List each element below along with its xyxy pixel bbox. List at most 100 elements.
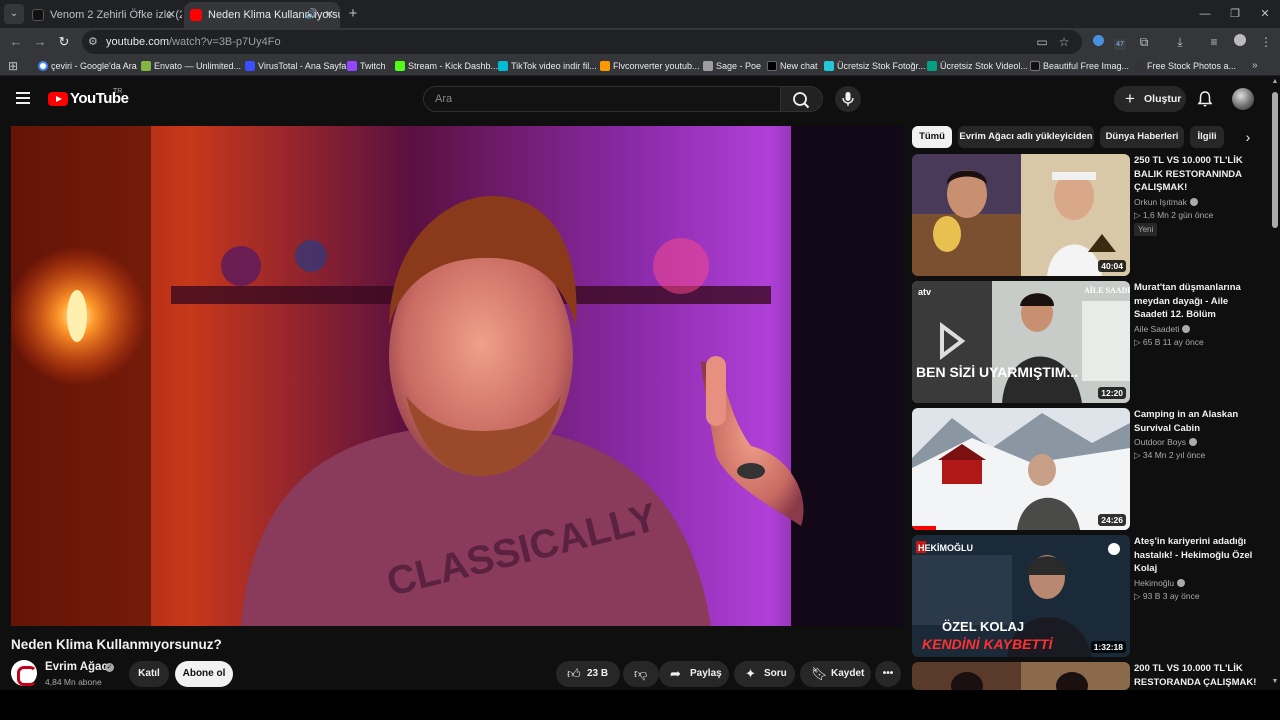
- chatgpt-icon: [767, 61, 777, 71]
- recommendation-channel[interactable]: Hekimoğlu: [1134, 578, 1186, 588]
- youtube-header: YouTube TR Ara + Oluştur: [0, 76, 1270, 122]
- puzzle-icon[interactable]: ⧉: [1134, 32, 1154, 52]
- chevron-right-icon[interactable]: »: [1252, 56, 1258, 76]
- media-control-icon[interactable]: ≡: [1204, 32, 1224, 52]
- kebab-menu-icon[interactable]: ⋮: [1256, 32, 1276, 52]
- subscribe-button[interactable]: Abone ol: [175, 661, 233, 687]
- poe-icon: [703, 61, 713, 71]
- bookmark-item[interactable]: Ücretsiz Stok Videol...: [927, 56, 1028, 76]
- bookmark-item[interactable]: New chat: [767, 56, 818, 76]
- extension-icon[interactable]: [1088, 32, 1108, 52]
- recommendation-item[interactable]: 24:26 Camping in an Alaskan Survival Cab…: [912, 408, 1264, 530]
- recommendation-title[interactable]: Murat'tan düşmanlarına meydan dayağı - A…: [1134, 281, 1260, 322]
- bookmark-item[interactable]: Stream - Kick Dashb...: [395, 56, 498, 76]
- verified-check-icon: [1189, 198, 1198, 206]
- apps-grid-icon[interactable]: ⊞: [8, 60, 20, 72]
- profile-icon[interactable]: [1230, 32, 1250, 52]
- recommendation-item[interactable]: HEKİMOĞLU ÖZEL KOLAJ KENDİNİ KAYBETTİ 1:…: [912, 535, 1264, 657]
- recommendation-channel[interactable]: Orkun Işıtmak: [1134, 197, 1198, 207]
- video-thumbnail[interactable]: HEKİMOĞLU ÖZEL KOLAJ KENDİNİ KAYBETTİ 1:…: [912, 535, 1130, 657]
- flvconverter-icon: [600, 61, 610, 71]
- bookmark-item[interactable]: Twitch: [347, 56, 386, 76]
- bookmark-item[interactable]: çeviri - Google'da Ara: [38, 56, 137, 76]
- close-icon[interactable]: ✕: [167, 2, 176, 28]
- address-bar[interactable]: ⚙ youtube.com/watch?v=3B-p7Uy4Fo ▭ ☆: [82, 30, 1082, 54]
- video-thumbnail[interactable]: 40:04: [912, 154, 1130, 276]
- close-icon[interactable]: ✕: [325, 2, 334, 28]
- dislike-button[interactable]: 👎︎: [623, 661, 659, 687]
- bottom-black-bar: [0, 690, 1280, 720]
- recommendation-channel[interactable]: Outdoor Boys: [1134, 437, 1197, 447]
- ask-button[interactable]: ✦ Soru: [734, 661, 795, 687]
- video-duration: 24:26: [1098, 514, 1126, 526]
- minimize-button[interactable]: —: [1188, 0, 1222, 28]
- tab-search-button[interactable]: ⌄: [4, 4, 24, 24]
- video-player[interactable]: CLASSICALLY: [11, 126, 903, 626]
- recommendation-item[interactable]: BEN SİZİ UYARMIŞTIM... AİLE SAADETİ atv …: [912, 281, 1264, 403]
- like-button[interactable]: 👍︎ 23 B: [556, 661, 620, 687]
- back-arrow-icon[interactable]: ←: [6, 32, 26, 52]
- plus-icon: +: [1125, 89, 1135, 108]
- extension-badge-icon[interactable]: 47: [1110, 32, 1130, 52]
- bookmark-item[interactable]: Envato — Unlimited...: [141, 56, 241, 76]
- video-thumbnail[interactable]: 24:26: [912, 408, 1130, 530]
- video-thumbnail[interactable]: BEN SİZİ UYARMIŞTIM... AİLE SAADETİ atv …: [912, 281, 1130, 403]
- bookmark-item[interactable]: Ücretsiz Stok Fotoğr...: [824, 56, 926, 76]
- channel-avatar[interactable]: [11, 660, 37, 686]
- restore-button[interactable]: ❐: [1218, 0, 1252, 28]
- new-tab-button[interactable]: +: [344, 5, 362, 23]
- bookmark-item[interactable]: Flvconverter youtub...: [600, 56, 700, 76]
- scroll-up-icon[interactable]: ▲: [1270, 76, 1280, 88]
- recommendation-channel[interactable]: Aile Saadeti: [1134, 324, 1191, 334]
- video-thumbnail[interactable]: [912, 662, 1130, 690]
- notifications-bell-icon[interactable]: [1195, 89, 1215, 109]
- user-avatar[interactable]: [1232, 88, 1254, 110]
- recommendation-title[interactable]: 250 TL VS 10.000 TL'LİK BALIK RESTORANIN…: [1134, 154, 1260, 195]
- search-button[interactable]: [781, 86, 823, 112]
- bookmark-star-icon[interactable]: ☆: [1054, 32, 1074, 52]
- verified-check-icon: ✓: [105, 663, 114, 672]
- site-info-icon[interactable]: ⚙: [88, 35, 98, 48]
- bookmark-item[interactable]: Sage - Poe: [703, 56, 761, 76]
- related-filter-chips: Tümü Evrim Ağacı adlı yükleyiciden Dünya…: [912, 126, 1262, 148]
- browser-toolbar: ← → ↻ ⚙ youtube.com/watch?v=3B-p7Uy4Fo ▭…: [0, 28, 1280, 56]
- recommendation-title[interactable]: Camping in an Alaskan Survival Cabin: [1134, 408, 1260, 435]
- speaker-icon[interactable]: 🔊: [306, 2, 318, 28]
- bookmark-item[interactable]: TikTok video indir fil...: [498, 56, 597, 76]
- forward-arrow-icon[interactable]: →: [30, 32, 50, 52]
- bookmark-item[interactable]: Free Stock Photos a...: [1134, 56, 1236, 76]
- recommendation-item[interactable]: 200 TL VS 10.000 TL'LİK RESTORANDA ÇALIŞ…: [912, 662, 1264, 690]
- bookmark-item[interactable]: VirusTotal - Ana Sayfa: [245, 56, 346, 76]
- scroll-down-icon[interactable]: ▼: [1270, 676, 1280, 688]
- recommendation-item[interactable]: 40:04 250 TL VS 10.000 TL'LİK BALIK REST…: [912, 154, 1264, 276]
- chevron-right-icon[interactable]: ›: [1238, 126, 1258, 148]
- chip-from-uploader[interactable]: Evrim Ağacı adlı yükleyiciden: [958, 126, 1094, 148]
- bookmark-item[interactable]: Beautiful Free Imag...: [1030, 56, 1129, 76]
- create-button[interactable]: + Oluştur: [1114, 86, 1186, 112]
- chip-world-news[interactable]: Dünya Haberleri: [1100, 126, 1184, 148]
- browser-tab-active[interactable]: Neden Klima Kullanmıyorsu 🔊 ✕: [184, 2, 340, 28]
- kick-icon: [395, 61, 405, 71]
- search-input[interactable]: Ara: [423, 86, 781, 112]
- channel-name[interactable]: Evrim Ağacı: [45, 661, 111, 673]
- download-icon[interactable]: ⤓: [1170, 32, 1190, 52]
- browser-tab[interactable]: Venom 2 Zehirli Öfke izle (2 ✕: [26, 2, 182, 28]
- cast-icon[interactable]: ▭: [1032, 32, 1052, 52]
- chip-all[interactable]: Tümü: [912, 126, 952, 148]
- page-scrollbar[interactable]: ▲ ▼: [1270, 76, 1280, 690]
- save-button[interactable]: 🔖︎ Kaydet: [800, 661, 871, 687]
- more-actions-button[interactable]: •••: [875, 661, 901, 687]
- youtube-logo-icon[interactable]: [48, 92, 68, 106]
- voice-search-button[interactable]: [835, 86, 861, 112]
- sparkle-icon: ✦: [745, 666, 756, 681]
- join-button[interactable]: Katıl: [129, 661, 169, 687]
- menu-icon[interactable]: [16, 92, 30, 104]
- chip-related[interactable]: İlgili: [1190, 126, 1224, 148]
- reload-icon[interactable]: ↻: [54, 32, 74, 52]
- recommendation-title[interactable]: 200 TL VS 10.000 TL'LİK RESTORANDA ÇALIŞ…: [1134, 662, 1260, 689]
- recommendation-title[interactable]: Ateş'in kariyerini adadığı hastalık! - H…: [1134, 535, 1260, 576]
- envato-icon: [141, 61, 151, 71]
- share-button[interactable]: ➦ Paylaş: [659, 661, 729, 687]
- scrollbar-thumb[interactable]: [1272, 92, 1278, 228]
- window-close-button[interactable]: ✕: [1248, 0, 1280, 28]
